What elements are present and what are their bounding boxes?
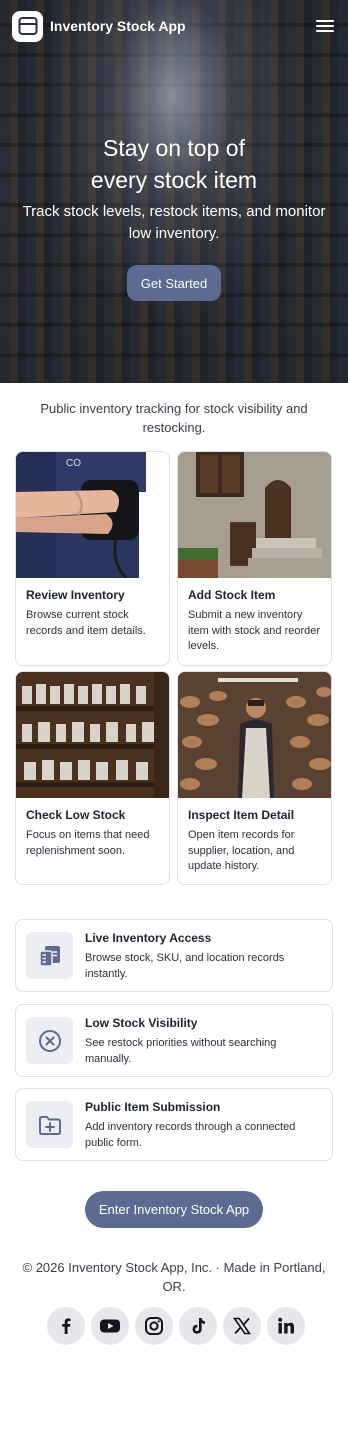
box-icon[interactable]	[12, 10, 43, 42]
hero-subtitle: Track stock levels, restock items, and m…	[22, 203, 326, 242]
feature-description: Add inventory records through a connecte…	[85, 1121, 296, 1149]
card-add-stock-item[interactable]: Add Stock Item Submit a new inventory it…	[177, 451, 332, 666]
hero-title-line-2: every stock item	[90, 167, 258, 193]
records-list-icon	[26, 932, 73, 979]
card-inspect-item-detail[interactable]: Inspect Item Detail Open item records fo…	[177, 671, 332, 885]
feature-low-stock-visibility: Low Stock Visibility See restock priorit…	[15, 1004, 333, 1077]
feature-title: Low Stock Visibility	[85, 1016, 198, 1030]
shoe-workshop-image	[178, 672, 331, 798]
card-title: Add Stock Item	[188, 588, 276, 602]
feature-live-inventory-access: Live Inventory Access Browse stock, SKU,…	[15, 919, 333, 992]
card-title: Check Low Stock	[26, 808, 126, 822]
footer-copyright: © 2026 Inventory Stock App, Inc. · Made …	[22, 1260, 326, 1294]
youtube-icon[interactable]	[91, 1307, 129, 1345]
feature-description: See restock priorities without searching…	[85, 1037, 277, 1065]
app-name[interactable]: Inventory Stock App	[50, 18, 186, 34]
get-started-button[interactable]: Get Started	[127, 265, 221, 301]
feature-title: Public Item Submission	[85, 1100, 221, 1114]
hero-title-line-1: Stay on top of	[103, 135, 245, 161]
hamburger-menu-icon[interactable]	[316, 18, 334, 34]
card-description: Browse current stock records and item de…	[26, 609, 146, 637]
pantry-shelves-image	[16, 672, 169, 798]
linkedin-icon[interactable]	[267, 1307, 305, 1345]
circle-x-icon	[26, 1017, 73, 1064]
intro-text: Public inventory tracking for stock visi…	[40, 401, 308, 435]
instagram-icon[interactable]	[135, 1307, 173, 1345]
social-links	[47, 1307, 305, 1345]
card-description: Focus on items that need replenishment s…	[26, 829, 150, 857]
enter-app-button[interactable]: Enter Inventory Stock App	[85, 1191, 263, 1228]
hero-section: Inventory Stock App Stay on top of every…	[0, 0, 348, 383]
card-description: Open item records for supplier, location…	[188, 829, 295, 872]
card-check-low-stock[interactable]: Check Low Stock Focus on items that need…	[15, 671, 170, 885]
card-description: Submit a new inventory item with stock a…	[188, 609, 321, 652]
folder-plus-icon	[26, 1101, 73, 1148]
x-icon[interactable]	[223, 1307, 261, 1345]
facebook-icon[interactable]	[47, 1307, 85, 1345]
card-review-inventory[interactable]: CO Review Inventory Browse current stock…	[15, 451, 170, 666]
tiktok-icon[interactable]	[179, 1307, 217, 1345]
feature-description: Browse stock, SKU, and location records …	[85, 952, 285, 980]
card-title: Review Inventory	[26, 588, 125, 602]
feature-public-item-submission: Public Item Submission Add inventory rec…	[15, 1088, 333, 1161]
hero-title: Stay on top of every stock item	[0, 132, 348, 196]
blood-pressure-cuff-image: CO	[16, 452, 169, 578]
card-title: Inspect Item Detail	[188, 808, 295, 822]
svg-text:CO: CO	[66, 458, 81, 469]
stone-house-image	[178, 452, 331, 578]
top-navigation-bar: Inventory Stock App	[12, 10, 334, 42]
feature-title: Live Inventory Access	[85, 931, 212, 945]
